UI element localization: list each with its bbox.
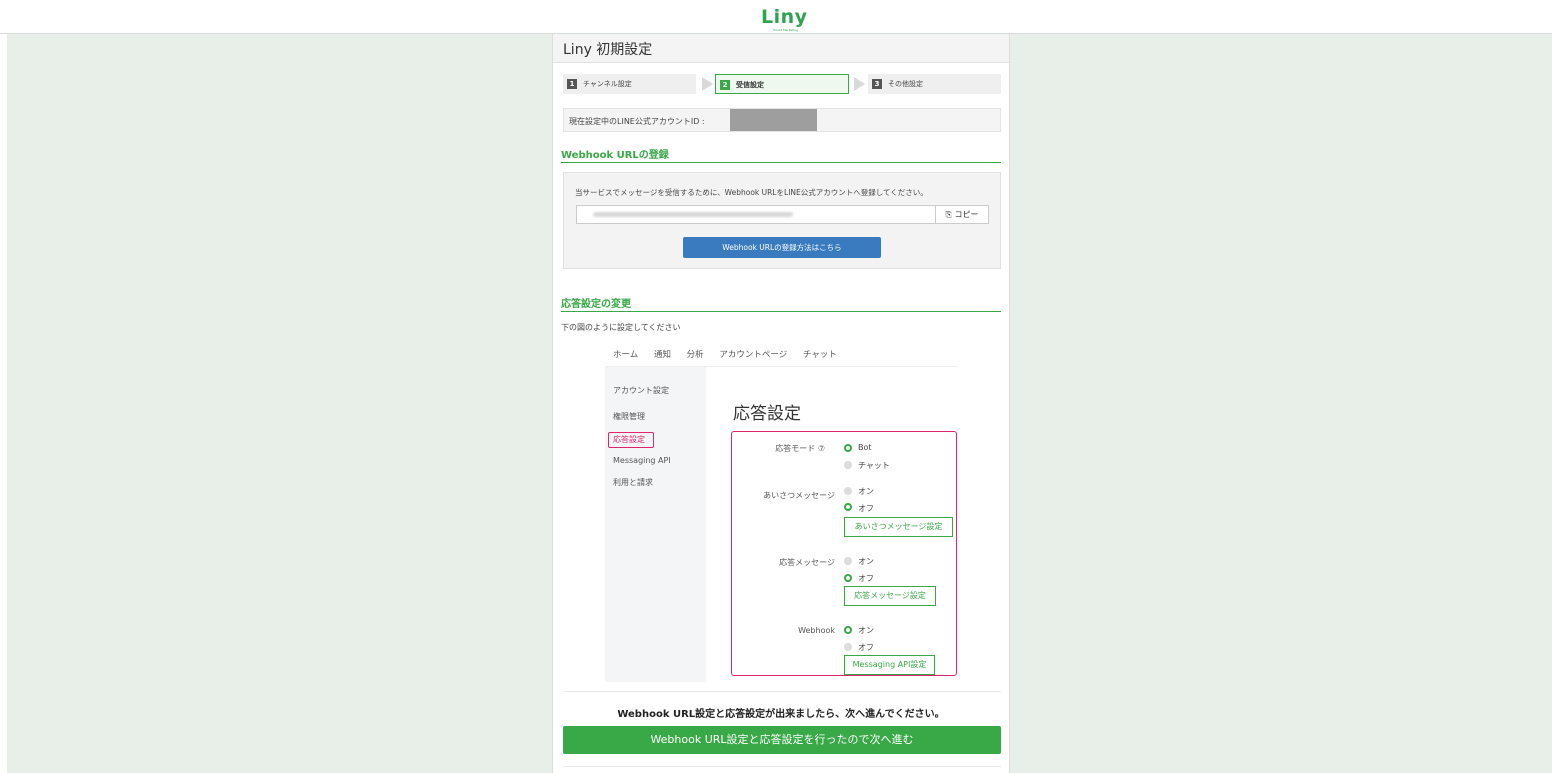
radio-off-icon bbox=[844, 643, 852, 651]
setup-panel: Liny 初期設定 1 チャンネル設定 2 受信設定 3 その他設定 現在設定中… bbox=[552, 34, 1010, 773]
illustration-side-item: Messaging API bbox=[613, 456, 671, 465]
greeting-label: あいさつメッセージ bbox=[763, 491, 835, 500]
illustration-settings-box bbox=[731, 431, 957, 676]
mode-chat-label: チャット bbox=[858, 461, 890, 470]
webhook-url-input[interactable] bbox=[576, 205, 936, 224]
logo-subtitle: Smart Marketing bbox=[773, 28, 798, 32]
step-number: 3 bbox=[872, 79, 882, 89]
radio-on-icon bbox=[844, 574, 852, 582]
auto-response-label: 応答メッセージ bbox=[779, 558, 835, 567]
illustration-title: 応答設定 bbox=[733, 404, 801, 424]
webhook-url-blurred bbox=[593, 212, 793, 217]
footer-divider bbox=[563, 766, 1001, 767]
step-arrow-icon bbox=[854, 77, 865, 91]
greeting-settings-button: あいさつメッセージ設定 bbox=[844, 517, 953, 537]
webhook-section-title: Webhook URLの登録 bbox=[561, 150, 669, 161]
illustration-tab: チャット bbox=[802, 350, 837, 360]
radio-off-icon bbox=[844, 487, 852, 495]
section-divider bbox=[561, 162, 1001, 163]
page-title: Liny 初期設定 bbox=[563, 42, 653, 58]
illustration-tab: ホーム bbox=[613, 350, 639, 360]
step-number: 1 bbox=[567, 79, 577, 89]
webhook-off-label: オフ bbox=[858, 643, 874, 652]
radio-off-icon bbox=[844, 557, 852, 565]
settings-illustration: ホーム 通知 分析 アカウントページ チャット アカウント設定 権限管理 応答設… bbox=[605, 342, 963, 682]
panel-header: Liny 初期設定 bbox=[553, 34, 1009, 63]
step-number: 2 bbox=[720, 80, 730, 90]
webhook-label: Webhook bbox=[798, 626, 835, 635]
webhook-description: 当サービスでメッセージを受信するために、Webhook URLをLINE公式アカ… bbox=[575, 188, 928, 197]
illustration-side-item: 権限管理 bbox=[613, 412, 645, 421]
auto-response-settings-button: 応答メッセージ設定 bbox=[844, 586, 936, 606]
top-bar: Liny Smart Marketing bbox=[0, 0, 1552, 34]
left-strip bbox=[0, 34, 7, 773]
copy-button[interactable]: ⎘ コピー bbox=[935, 205, 989, 224]
radio-on-icon bbox=[844, 444, 852, 452]
auto-on-label: オン bbox=[858, 557, 874, 566]
webhook-box: 当サービスでメッセージを受信するために、Webhook URLをLINE公式アカ… bbox=[563, 172, 1001, 269]
response-section-title: 応答設定の変更 bbox=[561, 299, 631, 310]
copy-icon: ⎘ bbox=[945, 210, 952, 219]
mode-bot-label: Bot bbox=[858, 443, 872, 452]
illustration-tabs: ホーム 通知 分析 アカウントページ チャット bbox=[613, 348, 850, 360]
account-id-label: 現在設定中のLINE公式アカウントID : bbox=[569, 117, 705, 126]
step-label: その他設定 bbox=[888, 80, 923, 88]
account-id-redacted bbox=[730, 109, 817, 131]
illustration-side-item-active: 応答設定 bbox=[613, 435, 645, 444]
illustration-tab: アカウントページ bbox=[719, 350, 788, 360]
auto-off-label: オフ bbox=[858, 574, 874, 583]
webhook-howto-button[interactable]: Webhook URLの登録方法はこちら bbox=[683, 237, 881, 258]
liny-logo[interactable]: Liny bbox=[761, 6, 808, 28]
next-button[interactable]: Webhook URL設定と応答設定を行ったので次へ進む bbox=[563, 726, 1001, 754]
completion-instruction: Webhook URL設定と応答設定が出来ましたら、次へ進んでください。 bbox=[617, 709, 945, 720]
radio-on-icon bbox=[844, 626, 852, 634]
greeting-on-label: オン bbox=[858, 487, 874, 496]
step-other: 3 その他設定 bbox=[868, 74, 1001, 94]
illustration-tab: 分析 bbox=[686, 350, 704, 360]
greeting-off-label: オフ bbox=[858, 504, 874, 513]
illustration-sidebar: アカウント設定 権限管理 応答設定 Messaging API 利用と請求 bbox=[605, 367, 706, 682]
step-receive: 2 受信設定 bbox=[715, 74, 849, 94]
radio-off-icon bbox=[844, 461, 852, 469]
step-channel: 1 チャンネル設定 bbox=[563, 74, 696, 94]
account-id-box: 現在設定中のLINE公式アカウントID : bbox=[563, 108, 1001, 132]
step-label: 受信設定 bbox=[736, 81, 764, 89]
step-arrow-icon bbox=[702, 77, 713, 91]
copy-label: コピー bbox=[954, 210, 979, 219]
section-divider bbox=[561, 311, 1001, 312]
mode-label: 応答モード ⑦ bbox=[775, 444, 825, 453]
illustration-side-item: 利用と請求 bbox=[613, 478, 653, 487]
webhook-on-label: オン bbox=[858, 626, 874, 635]
step-label: チャンネル設定 bbox=[583, 80, 632, 88]
response-instruction: 下の図のように設定してください bbox=[561, 323, 681, 332]
illustration-side-item: アカウント設定 bbox=[613, 386, 669, 395]
radio-on-icon bbox=[844, 503, 852, 511]
footer-divider bbox=[563, 691, 1001, 692]
illustration-tab: 通知 bbox=[653, 350, 671, 360]
messaging-api-settings-button: Messaging API設定 bbox=[844, 655, 935, 675]
